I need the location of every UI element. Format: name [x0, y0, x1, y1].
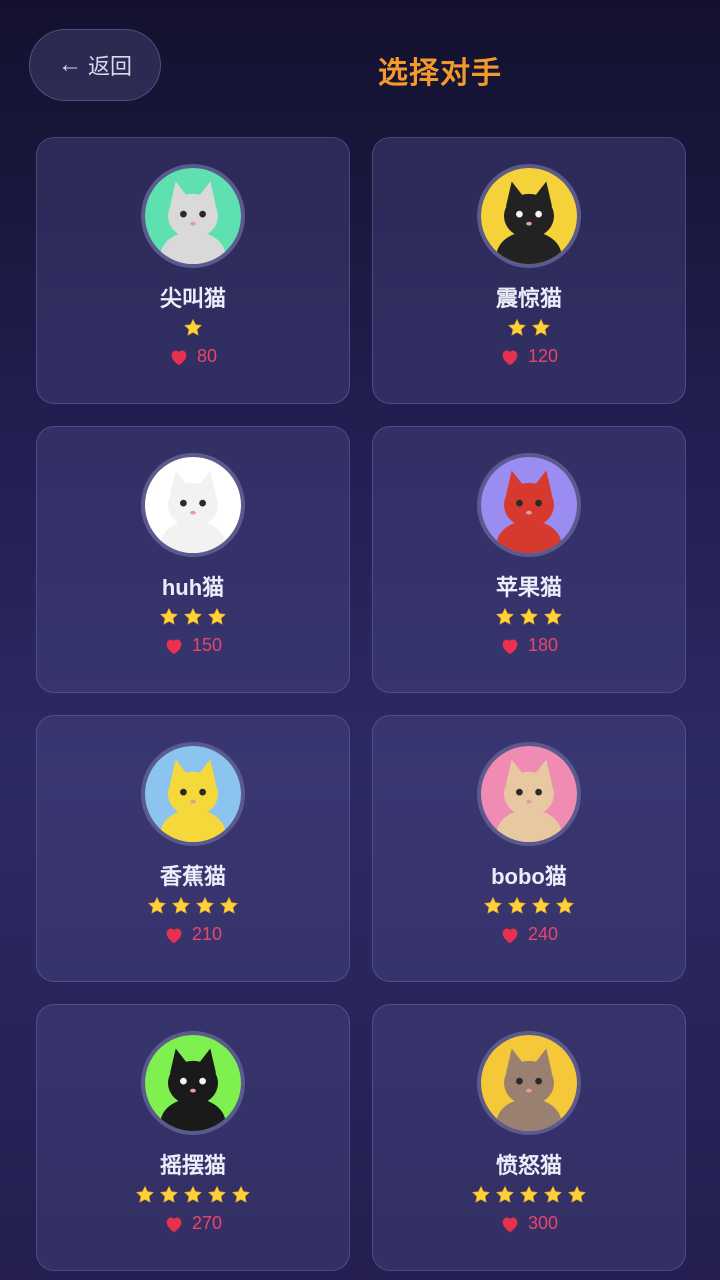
opponent-name: 苹果猫: [495, 575, 562, 600]
star-icon: [483, 896, 503, 914]
heart-icon: [502, 349, 518, 365]
back-button[interactable]: ← 返回: [29, 29, 161, 101]
star-icon: [135, 1185, 155, 1203]
star-icon: [543, 607, 563, 625]
difficulty-stars: [495, 607, 563, 631]
difficulty-stars: [147, 896, 239, 920]
cat-icon: [481, 746, 577, 842]
cat-avatar: [477, 164, 581, 268]
star-icon: [159, 1185, 179, 1203]
cat-icon: [145, 168, 241, 264]
cat-avatar: [141, 1031, 245, 1135]
heart-icon: [166, 1216, 182, 1232]
star-icon: [471, 1185, 491, 1203]
opponent-card[interactable]: 香蕉猫 210: [36, 715, 350, 982]
cat-icon: [145, 746, 241, 842]
hp-value: 270: [191, 1213, 223, 1233]
cat-avatar: [477, 1031, 581, 1135]
star-icon: [531, 318, 551, 336]
opponent-card[interactable]: 愤怒猫 300: [372, 1004, 686, 1271]
hp-value: 120: [527, 346, 559, 366]
star-icon: [147, 896, 167, 914]
cat-avatar: [141, 164, 245, 268]
star-icon: [183, 607, 203, 625]
star-icon: [195, 896, 215, 914]
cat-icon: [481, 168, 577, 264]
cat-icon: [145, 457, 241, 553]
difficulty-stars: [183, 318, 203, 342]
cat-avatar: [477, 453, 581, 557]
hp-value: 300: [527, 1213, 559, 1233]
cat-avatar: [141, 742, 245, 846]
hp-display: 180: [500, 635, 558, 656]
star-icon: [543, 1185, 563, 1203]
star-icon: [519, 1185, 539, 1203]
hp-display: 80: [169, 346, 217, 367]
cat-avatar: [477, 742, 581, 846]
hp-display: 270: [164, 1213, 222, 1234]
opponent-name: 愤怒猫: [495, 1153, 562, 1178]
hp-value: 80: [196, 346, 218, 366]
heart-icon: [166, 927, 182, 943]
difficulty-stars: [483, 896, 575, 920]
star-icon: [183, 1185, 203, 1203]
star-icon: [183, 318, 203, 336]
hp-display: 210: [164, 924, 222, 945]
heart-icon: [166, 638, 182, 654]
heart-icon: [502, 1216, 518, 1232]
opponent-card[interactable]: 尖叫猫 80: [36, 137, 350, 404]
difficulty-stars: [507, 318, 551, 342]
opponent-card[interactable]: huh猫 150: [36, 426, 350, 693]
hp-display: 150: [164, 635, 222, 656]
opponent-name: 尖叫猫: [159, 286, 226, 311]
cat-icon: [481, 457, 577, 553]
star-icon: [231, 1185, 251, 1203]
hp-display: 120: [500, 346, 558, 367]
star-icon: [567, 1185, 587, 1203]
hp-value: 210: [191, 924, 223, 944]
hp-value: 240: [527, 924, 559, 944]
difficulty-stars: [159, 607, 227, 631]
opponent-card[interactable]: 摇摆猫 270: [36, 1004, 350, 1271]
opponent-name: huh猫: [161, 575, 225, 600]
back-arrow-icon: ←: [57, 51, 82, 78]
opponent-name: bobo猫: [491, 864, 567, 889]
star-icon: [171, 896, 191, 914]
star-icon: [519, 607, 539, 625]
opponent-name: 香蕉猫: [159, 864, 226, 889]
hp-value: 150: [191, 635, 223, 655]
heart-icon: [502, 638, 518, 654]
hp-display: 240: [500, 924, 558, 945]
heart-icon: [502, 927, 518, 943]
hp-value: 180: [527, 635, 559, 655]
heart-icon: [171, 349, 187, 365]
cat-icon: [481, 1035, 577, 1131]
star-icon: [219, 896, 239, 914]
star-icon: [507, 896, 527, 914]
star-icon: [207, 1185, 227, 1203]
opponent-name: 摇摆猫: [159, 1153, 226, 1178]
difficulty-stars: [135, 1185, 251, 1209]
opponent-card[interactable]: bobo猫 240: [372, 715, 686, 982]
opponent-card[interactable]: 苹果猫 180: [372, 426, 686, 693]
opponent-name: 震惊猫: [495, 286, 562, 311]
difficulty-stars: [471, 1185, 587, 1209]
star-icon: [159, 607, 179, 625]
hp-display: 300: [500, 1213, 558, 1234]
cat-avatar: [141, 453, 245, 557]
opponent-grid: 尖叫猫 80 震惊猫 120 huh猫 150 苹果猫 180 香蕉猫 210 bobo猫 240 摇摆…: [36, 137, 686, 1271]
star-icon: [555, 896, 575, 914]
star-icon: [207, 607, 227, 625]
star-icon: [531, 896, 551, 914]
back-button-label: 返回: [87, 54, 132, 79]
star-icon: [507, 318, 527, 336]
star-icon: [495, 607, 515, 625]
cat-icon: [145, 1035, 241, 1131]
star-icon: [495, 1185, 515, 1203]
opponent-card[interactable]: 震惊猫 120: [372, 137, 686, 404]
